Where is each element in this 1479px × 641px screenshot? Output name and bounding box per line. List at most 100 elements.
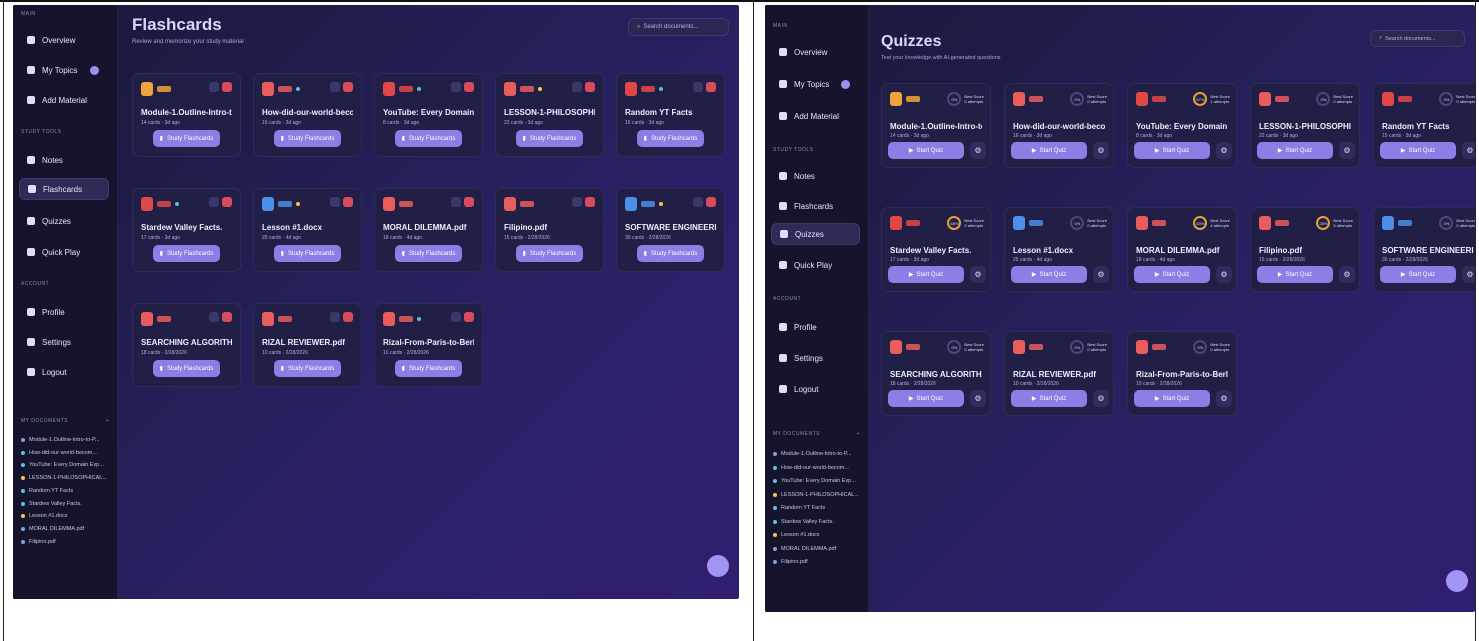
add-document-button[interactable]: + [106,418,109,424]
start-quiz-button[interactable]: ▶ Start Quiz [1011,390,1087,407]
study-flashcards-button[interactable]: ▮ Study Flashcards [274,360,341,377]
delete-icon[interactable] [343,312,353,322]
quiz-options-button[interactable]: ⚙ [1093,390,1109,407]
start-quiz-button[interactable]: ▶ Start Quiz [1257,142,1333,159]
document-item[interactable]: How-did-our-world-becom... [773,463,862,473]
quiz-options-button[interactable]: ⚙ [1216,266,1232,283]
study-flashcards-button[interactable]: ▮ Study Flashcards [153,130,220,147]
edit-icon[interactable] [572,197,582,207]
edit-icon[interactable] [451,312,461,322]
delete-icon[interactable] [343,82,353,92]
delete-icon[interactable] [222,312,232,322]
study-flashcards-button[interactable]: ▮ Study Flashcards [395,130,462,147]
start-quiz-button[interactable]: ▶ Start Quiz [888,142,964,159]
document-item[interactable]: How-did-our-world-becom... [21,448,111,458]
edit-icon[interactable] [693,82,703,92]
delete-icon[interactable] [585,82,595,92]
start-quiz-button[interactable]: ▶ Start Quiz [888,266,964,283]
nav-profile[interactable]: Profile [771,316,860,338]
document-item[interactable]: Random YT Facts [21,486,111,496]
edit-icon[interactable] [209,312,219,322]
document-item[interactable]: Module-1.Outline-Intro-to-P... [773,449,862,459]
delete-icon[interactable] [706,197,716,207]
delete-icon[interactable] [464,197,474,207]
study-flashcards-button[interactable]: ▮ Study Flashcards [637,130,704,147]
nav-logout[interactable]: Logout [19,361,109,383]
nav-profile[interactable]: Profile [19,301,109,323]
nav-my-topics[interactable]: My Topics [19,59,109,81]
edit-icon[interactable] [572,82,582,92]
delete-icon[interactable] [343,197,353,207]
study-flashcards-button[interactable]: ▮ Study Flashcards [516,130,583,147]
nav-settings[interactable]: Settings [771,347,860,369]
document-item[interactable]: Filipino.pdf [773,557,862,567]
start-quiz-button[interactable]: ▶ Start Quiz [1380,266,1456,283]
document-item[interactable]: Lesson #1.docx [773,530,862,540]
nav-notes[interactable]: Notes [19,149,109,171]
document-item[interactable]: MORAL DILEMMA.pdf [773,544,862,554]
delete-icon[interactable] [222,197,232,207]
edit-icon[interactable] [209,197,219,207]
quiz-options-button[interactable]: ⚙ [970,266,986,283]
edit-icon[interactable] [451,82,461,92]
nav-overview[interactable]: Overview [19,29,109,51]
document-item[interactable]: LESSON-1-PHILOSOPHICAL... [21,473,111,483]
nav-settings[interactable]: Settings [19,331,109,353]
quiz-options-button[interactable]: ⚙ [1093,142,1109,159]
nav-flashcards[interactable]: Flashcards [19,178,109,200]
start-quiz-button[interactable]: ▶ Start Quiz [1134,266,1210,283]
document-item[interactable]: Filipino.pdf [21,537,111,547]
study-flashcards-button[interactable]: ▮ Study Flashcards [274,130,341,147]
delete-icon[interactable] [706,82,716,92]
nav-notes[interactable]: Notes [771,165,860,187]
delete-icon[interactable] [464,82,474,92]
edit-icon[interactable] [693,197,703,207]
document-item[interactable]: Lesson #1.docx [21,511,111,521]
document-item[interactable]: LESSON-1-PHILOSOPHICAL... [773,490,862,500]
study-flashcards-button[interactable]: ▮ Study Flashcards [395,360,462,377]
start-quiz-button[interactable]: ▶ Start Quiz [1011,266,1087,283]
quiz-options-button[interactable]: ⚙ [1093,266,1109,283]
edit-icon[interactable] [209,82,219,92]
document-item[interactable]: MORAL DILEMMA.pdf [21,524,111,534]
edit-icon[interactable] [330,197,340,207]
document-item[interactable]: YouTube: Every Domain Exp... [773,476,862,486]
start-quiz-button[interactable]: ▶ Start Quiz [888,390,964,407]
delete-icon[interactable] [585,197,595,207]
nav-quick-play[interactable]: Quick Play [771,254,860,276]
nav-quick-play[interactable]: Quick Play [19,241,109,263]
document-item[interactable]: Random YT Facts [773,503,862,513]
quiz-options-button[interactable]: ⚙ [970,390,986,407]
add-document-button[interactable]: + [857,431,860,437]
document-item[interactable]: Stardew Valley Facts. [773,517,862,527]
document-item[interactable]: Stardew Valley Facts. [21,499,111,509]
nav-quizzes[interactable]: Quizzes [771,223,860,245]
study-flashcards-button[interactable]: ▮ Study Flashcards [153,360,220,377]
chat-bubble-button[interactable] [707,555,729,577]
quiz-options-button[interactable]: ⚙ [1339,142,1355,159]
edit-icon[interactable] [451,197,461,207]
nav-logout[interactable]: Logout [771,378,860,400]
edit-icon[interactable] [330,312,340,322]
quiz-options-button[interactable]: ⚙ [1216,142,1232,159]
start-quiz-button[interactable]: ▶ Start Quiz [1380,142,1456,159]
start-quiz-button[interactable]: ▶ Start Quiz [1134,142,1210,159]
edit-icon[interactable] [330,82,340,92]
nav-add-material[interactable]: Add Material [19,89,109,111]
nav-add-material[interactable]: Add Material [771,105,860,127]
nav-my-topics[interactable]: My Topics [771,73,860,95]
start-quiz-button[interactable]: ▶ Start Quiz [1257,266,1333,283]
nav-flashcards[interactable]: Flashcards [771,195,860,217]
start-quiz-button[interactable]: ▶ Start Quiz [1011,142,1087,159]
delete-icon[interactable] [222,82,232,92]
chat-bubble-button[interactable] [1446,570,1468,592]
nav-overview[interactable]: Overview [771,41,860,63]
study-flashcards-button[interactable]: ▮ Study Flashcards [637,245,704,262]
quiz-options-button[interactable]: ⚙ [1462,266,1475,283]
delete-icon[interactable] [464,312,474,322]
search-input[interactable]: ⌕ Search documents... [1370,30,1465,47]
document-item[interactable]: YouTube: Every Domain Exp... [21,460,111,470]
start-quiz-button[interactable]: ▶ Start Quiz [1134,390,1210,407]
quiz-options-button[interactable]: ⚙ [1462,142,1475,159]
study-flashcards-button[interactable]: ▮ Study Flashcards [516,245,583,262]
